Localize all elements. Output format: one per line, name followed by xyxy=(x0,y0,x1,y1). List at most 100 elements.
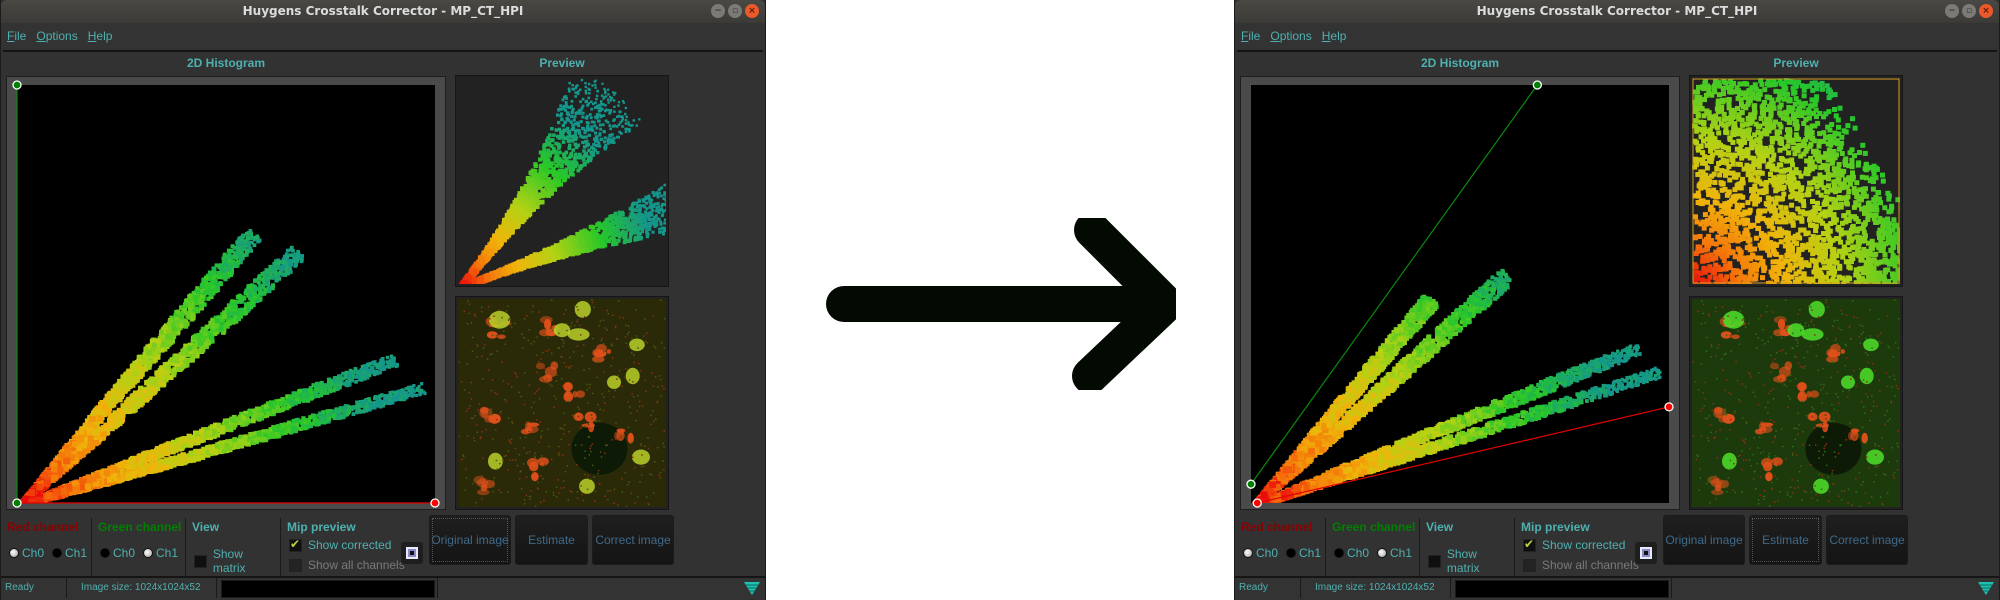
preview-title: Preview xyxy=(539,56,585,70)
density-cell xyxy=(315,381,320,386)
density-cell xyxy=(591,128,595,132)
density-cell xyxy=(256,432,262,437)
density-cell xyxy=(306,418,311,424)
density-cell xyxy=(246,284,251,289)
density-cell xyxy=(388,398,392,402)
density-cell xyxy=(241,233,246,238)
menu-options[interactable]: Options xyxy=(36,29,77,43)
density-cell xyxy=(93,408,100,414)
density-cell xyxy=(236,259,241,264)
density-cell xyxy=(179,323,184,329)
density-cell xyxy=(638,204,642,208)
density-cell xyxy=(597,144,602,148)
density-cell xyxy=(289,401,294,406)
density-cell xyxy=(609,98,613,101)
density-cell xyxy=(408,391,413,395)
density-cell xyxy=(132,390,139,396)
density-cell xyxy=(241,437,247,443)
density-cell xyxy=(297,389,302,394)
density-cell xyxy=(621,115,624,118)
menu-help[interactable]: Help xyxy=(88,29,113,43)
density-cell xyxy=(624,130,628,133)
density-cell xyxy=(139,470,146,477)
density-cell xyxy=(660,186,663,190)
density-cell xyxy=(198,304,204,309)
density-cell xyxy=(200,346,206,352)
density-cell xyxy=(663,221,667,225)
density-cell xyxy=(159,329,164,335)
density-cell xyxy=(651,230,655,234)
density-cell xyxy=(251,418,256,424)
density-cell xyxy=(322,390,327,395)
density-cell xyxy=(211,324,216,329)
density-cell xyxy=(568,81,571,85)
app-window: Huygens Crosstalk Corrector - MP_CT_HPI … xyxy=(0,0,766,600)
close-icon[interactable]: × xyxy=(745,4,759,18)
density-cell xyxy=(588,113,592,116)
density-cell xyxy=(150,455,157,461)
red-handle-right[interactable] xyxy=(430,498,440,508)
density-cell xyxy=(584,92,588,95)
density-cell xyxy=(130,455,136,462)
density-cell xyxy=(278,401,283,406)
density-cell xyxy=(382,402,386,406)
density-cell xyxy=(331,413,336,418)
density-cell xyxy=(312,418,317,423)
density-cell xyxy=(412,389,416,393)
density-cell xyxy=(198,341,204,346)
density-cell xyxy=(60,487,68,495)
density-cell xyxy=(80,442,87,449)
density-cell xyxy=(550,126,554,131)
maximize-icon[interactable]: ▫ xyxy=(728,4,742,18)
density-cell xyxy=(231,305,236,310)
density-cell xyxy=(158,381,164,387)
minimize-icon[interactable]: − xyxy=(711,4,725,18)
density-cell xyxy=(336,382,340,387)
density-cell xyxy=(555,113,560,117)
density-cell xyxy=(152,461,158,467)
density-cell xyxy=(394,395,398,400)
menu-file[interactable]: File xyxy=(7,29,26,43)
histogram-density xyxy=(17,229,427,503)
density-cell xyxy=(607,101,610,104)
density-cell xyxy=(292,425,297,430)
density-cell xyxy=(203,342,209,347)
density-cell xyxy=(383,396,387,400)
density-cell xyxy=(129,380,136,386)
density-cell xyxy=(607,88,610,91)
density-cell xyxy=(184,298,190,304)
density-cell xyxy=(195,456,201,462)
density-cell xyxy=(181,442,187,449)
density-cell xyxy=(234,263,239,268)
density-cell xyxy=(256,416,262,422)
density-cell xyxy=(373,360,377,364)
histogram-plot[interactable] xyxy=(17,85,435,503)
histogram-canvas[interactable] xyxy=(17,85,435,503)
density-cell xyxy=(277,264,281,269)
green-handle-origin[interactable] xyxy=(12,498,22,508)
density-cell xyxy=(202,290,208,296)
density-cell xyxy=(346,409,351,413)
menu-label: ptions xyxy=(45,28,78,43)
density-cell xyxy=(289,246,294,251)
density-cell xyxy=(595,94,599,98)
density-cell xyxy=(609,95,612,99)
density-cell xyxy=(243,310,248,316)
density-cell xyxy=(567,129,571,134)
density-cell xyxy=(364,404,369,409)
density-cell xyxy=(193,348,198,354)
density-cell xyxy=(663,183,666,187)
density-cell xyxy=(222,314,227,319)
density-cell xyxy=(371,368,375,373)
density-cell xyxy=(370,405,375,410)
density-cell xyxy=(538,150,543,155)
density-cell xyxy=(240,419,246,425)
main-area: 2D Histogram Preview Red channel Ch0 Ch1… xyxy=(3,50,763,580)
green-handle-top[interactable] xyxy=(12,80,22,90)
density-cell xyxy=(404,387,408,391)
density-cell xyxy=(279,429,284,435)
density-cell xyxy=(314,387,319,392)
density-cell xyxy=(613,99,616,102)
density-cell xyxy=(207,430,213,436)
density-cell xyxy=(587,82,591,86)
